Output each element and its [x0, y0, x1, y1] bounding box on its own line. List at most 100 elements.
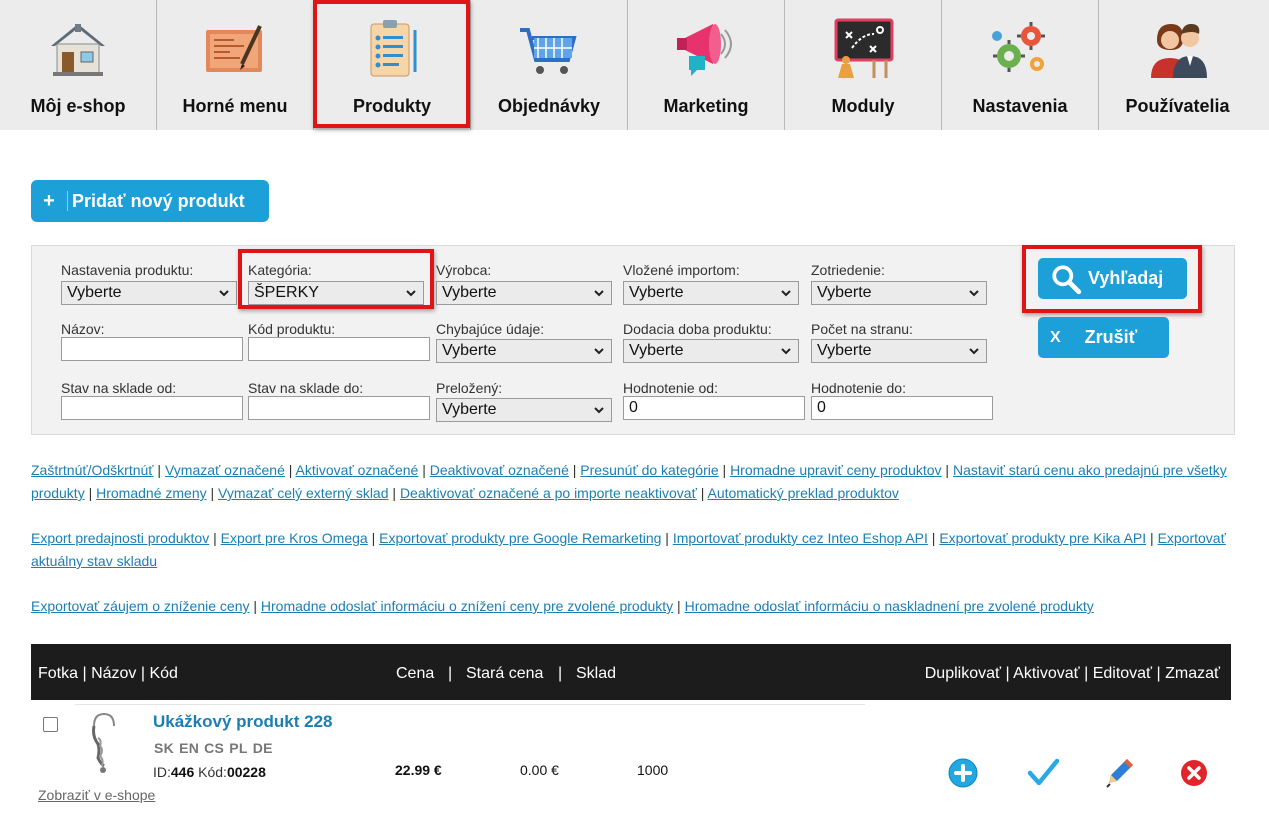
action-link[interactable]: Importovať produkty cez Inteo Eshop API [673, 530, 928, 546]
chevron-down-icon [219, 290, 229, 297]
duplicate-icon[interactable] [947, 757, 979, 789]
translated-select[interactable]: Vyberte [436, 398, 612, 422]
header-stock: Sklad [576, 665, 617, 682]
stock-to-label: Stav na sklade do: [248, 380, 364, 396]
tab-label: Nastavenia [972, 96, 1068, 116]
action-link[interactable]: Exportovať produkty pre Kika API [939, 530, 1146, 546]
delete-icon[interactable] [1178, 757, 1210, 789]
header-old-price: Stará cena [466, 665, 544, 682]
link-separator: | [206, 485, 219, 501]
bulk-actions-links: Zaštrtnúť/Odškrtnúť | Vymazať označené |… [31, 459, 1241, 505]
missing-data-label: Chybajúce údaje: [436, 321, 545, 337]
stock-from-input[interactable] [61, 396, 243, 420]
tab-objednavky[interactable]: Objednávky [471, 0, 628, 130]
chevron-down-icon [594, 290, 604, 297]
stock-to-input[interactable] [248, 396, 430, 420]
header-price: Cena [396, 665, 435, 682]
code-input[interactable] [248, 337, 430, 361]
tab-moduly[interactable]: Moduly [785, 0, 942, 130]
action-link[interactable]: Deaktivovať označené [430, 462, 569, 478]
tab-label: Môj e-shop [30, 96, 126, 116]
tab-label: Marketing [663, 96, 749, 116]
tab-horne-menu[interactable]: Horné menu [157, 0, 314, 130]
action-link[interactable]: Exportovať záujem o zníženie ceny [31, 598, 249, 614]
action-link[interactable]: Hromadné zmeny [96, 485, 207, 501]
link-separator: | [696, 485, 708, 501]
activate-check-icon[interactable] [1027, 757, 1059, 789]
category-select[interactable]: ŠPERKY [248, 281, 424, 305]
search-button[interactable]: Vyhľadaj [1038, 258, 1187, 299]
search-icon [1052, 264, 1082, 294]
lang-en[interactable]: EN [179, 740, 199, 756]
missing-data-select[interactable]: Vyberte [436, 339, 612, 363]
product-name-link[interactable]: Ukážkový produkt 228 [153, 712, 333, 732]
link-separator: | [418, 462, 430, 478]
id-label: ID: [153, 764, 171, 780]
action-link[interactable]: Hromadne odoslať informáciu o znížení ce… [261, 598, 673, 614]
plus-icon: + [43, 189, 55, 212]
show-in-eshop-link[interactable]: Zobraziť v e-shope [38, 787, 155, 803]
product-thumbnail[interactable] [80, 708, 130, 778]
link-separator: | [367, 530, 380, 546]
product-settings-select[interactable]: Vyberte [61, 281, 237, 305]
search-button-label: Vyhľadaj [1088, 268, 1164, 288]
select-value: Vyberte [442, 284, 497, 301]
link-separator: | [568, 462, 581, 478]
cancel-button[interactable]: X Zrušiť [1038, 317, 1169, 358]
action-link[interactable]: Zaštrtnúť/Odškrtnúť [31, 462, 154, 478]
add-product-button[interactable]: + Pridať nový produkt [31, 180, 269, 222]
delivery-time-label: Dodacia doba produktu: [623, 321, 772, 337]
translated-label: Preložený: [436, 380, 503, 396]
tab-produkty[interactable]: Produkty [314, 0, 471, 130]
link-separator: | [718, 462, 731, 478]
action-link[interactable]: Exportovať produkty pre Google Remarketi… [379, 530, 661, 546]
clipboard-icon [370, 20, 417, 77]
action-link[interactable]: Export pre Kros Omega [221, 530, 368, 546]
action-link[interactable]: Export predajnosti produktov [31, 530, 209, 546]
tab-marketing[interactable]: Marketing [628, 0, 785, 130]
link-separator: | [1146, 530, 1158, 546]
import-inserted-select[interactable]: Vyberte [623, 281, 799, 305]
tab-label: Objednávky [497, 96, 601, 116]
tab-moj-eshop[interactable]: Môj e-shop [0, 0, 157, 130]
sorting-select[interactable]: Vyberte [811, 281, 987, 305]
button-separator [67, 191, 68, 211]
lang-de[interactable]: DE [253, 740, 273, 756]
tab-label: Produkty [352, 96, 431, 116]
action-link[interactable]: Hromadne upraviť ceny produktov [730, 462, 941, 478]
header-separator: | [448, 665, 453, 682]
action-link[interactable]: Deaktivovať označené a po importe neakti… [400, 485, 697, 501]
close-icon: X [1050, 328, 1061, 346]
tab-nastavenia[interactable]: Nastavenia [942, 0, 1099, 130]
row-checkbox[interactable] [43, 717, 58, 732]
action-link[interactable]: Vymazať označené [165, 462, 285, 478]
edit-pencil-icon[interactable] [1103, 757, 1135, 789]
tab-label: Používatelia [1125, 96, 1230, 116]
header-actions: Duplikovať | Aktivovať | Editovať | Zmaz… [924, 665, 1220, 682]
action-link[interactable]: Vymazať celý externý sklad [218, 485, 388, 501]
lang-pl[interactable]: PL [229, 740, 248, 756]
tab-label: Moduly [831, 96, 895, 116]
rating-to-input[interactable] [811, 396, 993, 420]
blueprint-icon [206, 25, 262, 72]
link-separator: | [209, 530, 221, 546]
manufacturer-select[interactable]: Vyberte [436, 281, 612, 305]
lang-sk[interactable]: SK [154, 740, 174, 756]
link-separator: | [284, 462, 296, 478]
lang-cs[interactable]: CS [204, 740, 224, 756]
action-link[interactable]: Aktivovať označené [296, 462, 419, 478]
stock-from-label: Stav na sklade od: [61, 380, 177, 396]
rating-from-input[interactable] [623, 396, 805, 420]
gears-icon [992, 22, 1045, 72]
name-input[interactable] [61, 337, 243, 361]
action-link[interactable]: Hromadne odoslať informáciu o naskladnen… [685, 598, 1094, 614]
select-value: Vyberte [817, 284, 872, 301]
per-page-select[interactable]: Vyberte [811, 339, 987, 363]
tab-pouzivatelia[interactable]: Používatelia [1099, 0, 1256, 130]
action-link[interactable]: Presunúť do kategórie [580, 462, 718, 478]
row-divider [75, 704, 865, 705]
delivery-time-select[interactable]: Vyberte [623, 339, 799, 363]
link-separator: | [673, 598, 685, 614]
action-link[interactable]: Automatický preklad produktov [708, 485, 899, 501]
megaphone-icon [677, 24, 732, 76]
